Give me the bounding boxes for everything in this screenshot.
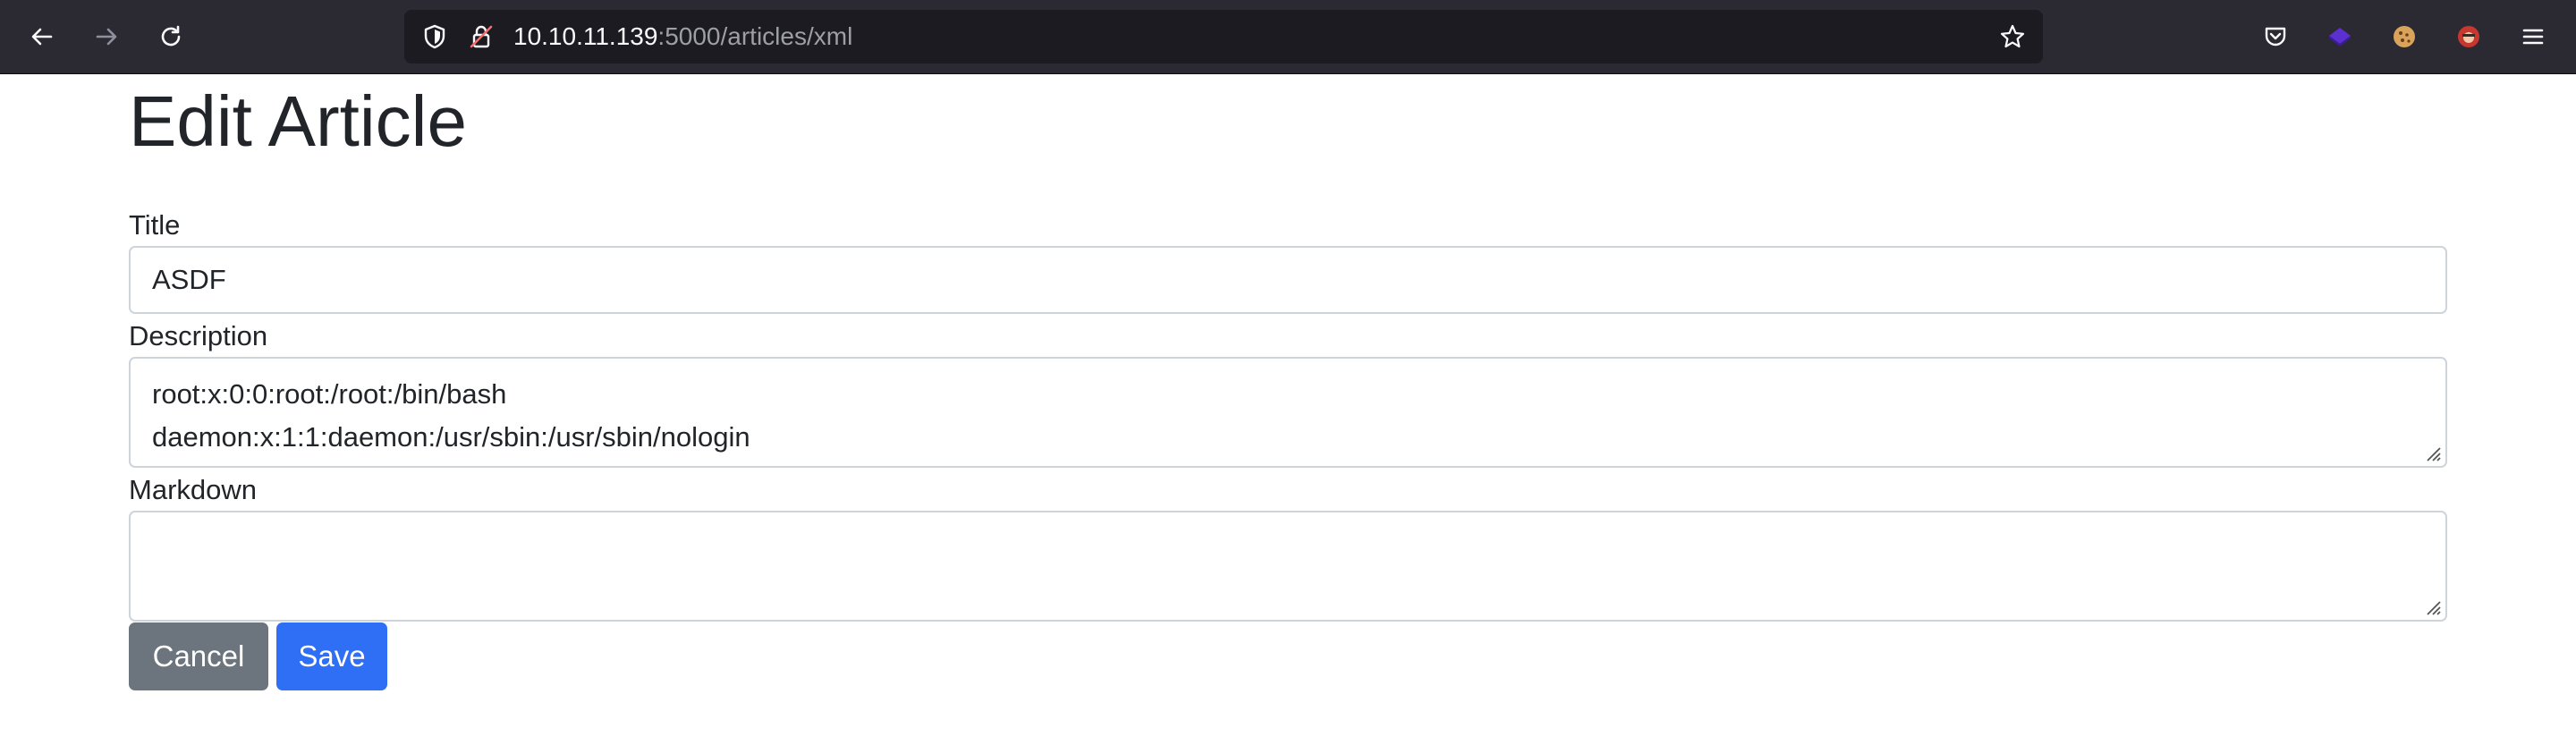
markdown-label: Markdown: [129, 474, 257, 505]
purple-extension-icon: [2329, 28, 2351, 47]
description-label: Description: [129, 320, 268, 351]
url-path: :5000/articles/xml: [657, 22, 853, 50]
red-extension-icon: [2458, 26, 2479, 47]
page-title: Edit Article: [129, 81, 467, 161]
cookie-extension-icon: [2394, 26, 2415, 47]
description-line: root:x:0:0:root:/root:/bin/bash: [152, 378, 507, 410]
reload-icon: [161, 25, 181, 47]
extension-button-1[interactable]: [2321, 18, 2359, 55]
resize-handle-icon[interactable]: [2422, 597, 2442, 616]
back-arrow-icon: [31, 28, 53, 46]
title-label: Title: [129, 209, 181, 241]
browser-toolbar: 10.10.11.139:5000/articles/xml: [0, 0, 2576, 74]
resize-handle-icon[interactable]: [2422, 443, 2442, 462]
bookmark-star-icon[interactable]: [1998, 22, 2027, 51]
title-input[interactable]: ASDF: [129, 246, 2447, 314]
description-line: daemon:x:1:1:daemon:/usr/sbin:/usr/sbin/…: [152, 421, 750, 453]
title-input-value: ASDF: [152, 264, 226, 295]
forward-arrow-icon: [96, 28, 117, 46]
hamburger-menu-icon: [2522, 29, 2544, 45]
pocket-icon: [2265, 27, 2286, 47]
forward-button[interactable]: [88, 18, 125, 55]
extension-button-3[interactable]: [2450, 18, 2487, 55]
reload-button[interactable]: [152, 18, 190, 55]
insecure-connection-icon[interactable]: [467, 22, 496, 51]
back-button[interactable]: [23, 18, 61, 55]
url-bar[interactable]: 10.10.11.139:5000/articles/xml: [404, 10, 2043, 63]
url-host: 10.10.11.139: [513, 22, 658, 50]
cancel-button[interactable]: Cancel: [129, 622, 268, 690]
pocket-button[interactable]: [2257, 18, 2294, 55]
save-button[interactable]: Save: [276, 622, 387, 690]
markdown-textarea[interactable]: [129, 511, 2447, 622]
extension-button-2[interactable]: [2385, 18, 2423, 55]
tracking-protection-shield-icon[interactable]: [420, 22, 449, 51]
app-menu-button[interactable]: [2514, 18, 2552, 55]
description-textarea[interactable]: root:x:0:0:root:/root:/bin/bash daemon:x…: [129, 357, 2447, 468]
url-text[interactable]: 10.10.11.139:5000/articles/xml: [513, 10, 852, 63]
